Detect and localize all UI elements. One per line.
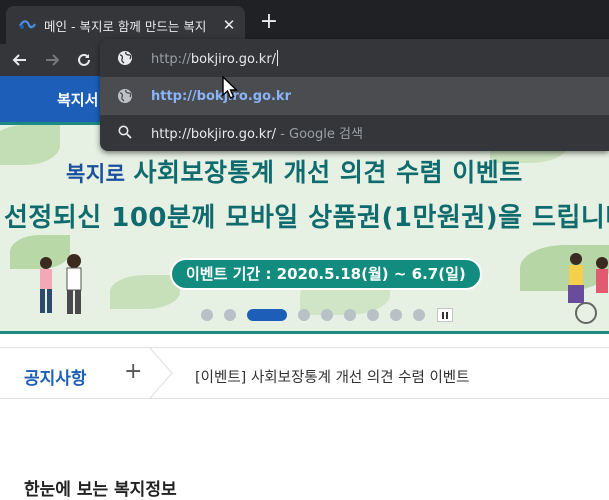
notice-bar: 공지사항 + [이벤트] 사회보장통계 개선 의견 수렴 이벤트 — [0, 347, 609, 399]
omnibox-suggestion-url[interactable]: http://bokjiro.go.kr — [100, 77, 609, 115]
address-input[interactable]: http://bokjiro.go.kr/ — [151, 49, 279, 67]
search-icon — [118, 125, 132, 139]
people-illustration — [568, 253, 608, 324]
people-illustration — [40, 254, 82, 314]
suggestion-search-suffix: - Google 검색 — [276, 126, 363, 142]
globe-icon — [118, 89, 132, 103]
event-banner[interactable]: 복지로 사회보장통계 개선 의견 수렴 이벤트 선정되신 100분께 모바일 상품… — [0, 122, 609, 334]
banner-headline-text: 사회보장통계 개선 의견 수렴 이벤트 — [133, 158, 523, 187]
url-scheme: http:// — [151, 51, 191, 67]
section-title: 한눈에 보는 복지정보 — [24, 480, 177, 500]
carousel-dot[interactable] — [201, 309, 213, 321]
carousel-dot-active[interactable] — [247, 309, 287, 321]
event-period-pill: 이벤트 기간 : 2020.5.18(월) ~ 6.7(일) — [170, 258, 482, 290]
arrow-right-icon[interactable] — [40, 48, 64, 72]
notice-title[interactable]: 공지사항 — [24, 364, 87, 389]
omnibox-dropdown: http://bokjiro.go.kr/ http://bokjiro.go.… — [100, 39, 609, 151]
suggestion-url-text: http://bokjiro.go.kr — [151, 88, 291, 104]
chevron-divider-icon — [149, 348, 173, 398]
globe-icon — [118, 51, 132, 65]
carousel-dots — [201, 308, 436, 322]
suggestion-search-query: http://bokjiro.go.kr/ — [151, 126, 277, 142]
carousel-dot[interactable] — [367, 309, 379, 321]
carousel-dot[interactable] — [344, 309, 356, 321]
carousel-dot[interactable] — [390, 309, 402, 321]
plus-icon[interactable]: + — [257, 10, 281, 34]
browser-tab-strip: 메인 - 복지로 함께 만드는 복지 ✕ + — [0, 0, 609, 44]
pause-icon[interactable] — [437, 308, 453, 322]
banner-headline: 복지로 사회보장통계 개선 의견 수렴 이벤트 — [66, 153, 523, 189]
notice-item-link[interactable]: [이벤트] 사회보장통계 개선 의견 수렴 이벤트 — [195, 366, 469, 387]
close-icon[interactable]: ✕ — [219, 15, 239, 35]
arrow-left-icon[interactable] — [8, 48, 32, 72]
plus-icon[interactable]: + — [124, 359, 142, 384]
suggestion-search-text: http://bokjiro.go.kr/ - Google 검색 — [151, 123, 363, 142]
address-bar[interactable]: http://bokjiro.go.kr/ — [100, 39, 609, 77]
site-nav-item[interactable]: 복지서 — [57, 89, 98, 110]
leaf-decoration — [110, 275, 180, 309]
text-caret — [277, 49, 279, 66]
reload-icon[interactable] — [72, 48, 96, 72]
omnibox-suggestion-search[interactable]: http://bokjiro.go.kr/ - Google 검색 — [100, 113, 609, 151]
mouse-pointer-icon — [222, 76, 239, 99]
site-favicon-icon — [19, 20, 36, 29]
carousel-dot[interactable] — [298, 309, 310, 321]
carousel-dot[interactable] — [224, 309, 236, 321]
banner-subheadline: 선정되신 100분께 모바일 상품권(1만원권)을 드립니다 — [4, 203, 609, 233]
leaf-decoration — [0, 125, 60, 165]
carousel-dot[interactable] — [321, 309, 333, 321]
bokjiro-logo: 복지로 — [66, 162, 126, 186]
carousel-dot[interactable] — [413, 309, 425, 321]
tab-title: 메인 - 복지로 함께 만드는 복지 — [44, 18, 207, 34]
url-domain: bokjiro.go.kr/ — [190, 51, 277, 67]
